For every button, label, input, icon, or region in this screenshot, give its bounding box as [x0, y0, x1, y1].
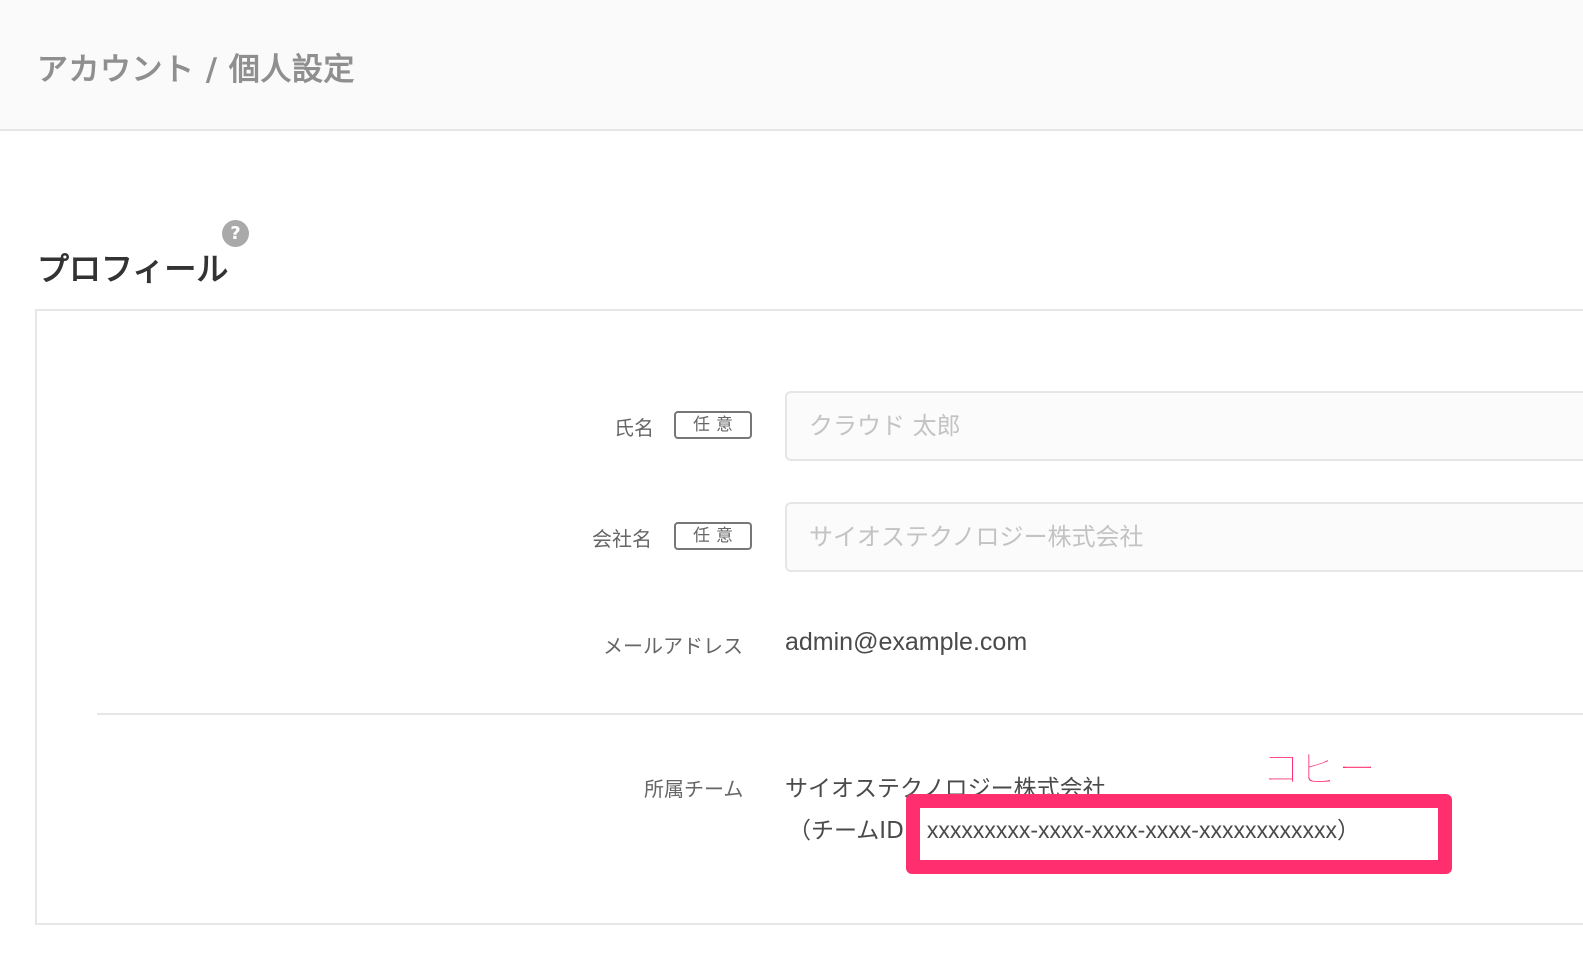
copy-highlight-box	[906, 794, 1452, 874]
page-header: アカウント / 個人設定	[0, 0, 1583, 131]
team-label: 所属チーム	[644, 777, 744, 801]
company-optional-badge: 任意	[674, 522, 752, 550]
help-icon[interactable]: ?	[222, 220, 249, 247]
breadcrumb: アカウント / 個人設定	[37, 52, 355, 88]
section-divider	[97, 713, 1583, 715]
email-value: admin@example.com	[785, 628, 1028, 656]
email-label: メールアドレス	[603, 634, 743, 658]
name-input[interactable]	[785, 391, 1583, 461]
section-title-profile: プロフィール	[37, 250, 229, 288]
company-label: 会社名	[592, 527, 652, 551]
copy-annotation-label: コピー	[1261, 747, 1377, 792]
company-input[interactable]	[785, 502, 1583, 572]
name-optional-badge: 任意	[674, 411, 752, 439]
name-label: 氏名	[614, 416, 654, 440]
